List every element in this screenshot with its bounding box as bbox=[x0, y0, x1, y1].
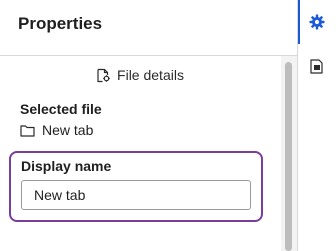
selected-file-row: New tab bbox=[20, 121, 93, 139]
file-settings-icon bbox=[97, 68, 110, 82]
properties-panel: Properties File details Selected file Ne… bbox=[0, 0, 297, 251]
selected-file-name: New tab bbox=[42, 122, 94, 138]
panel-body: File details Selected file New tab Displ… bbox=[0, 56, 297, 251]
display-name-field-card: Display name bbox=[9, 151, 263, 222]
selected-file-label: Selected file bbox=[20, 101, 102, 117]
rail-properties-button[interactable] bbox=[298, 0, 336, 44]
gear-icon bbox=[309, 14, 325, 30]
file-details-header: File details bbox=[0, 65, 280, 85]
right-rail bbox=[298, 0, 336, 251]
panel-title: Properties bbox=[18, 14, 103, 33]
rail-page-properties-button[interactable] bbox=[298, 44, 336, 88]
display-name-label: Display name bbox=[21, 158, 112, 174]
scrollbar-thumb[interactable] bbox=[285, 62, 292, 251]
display-name-input[interactable] bbox=[21, 180, 251, 210]
page-properties-icon bbox=[310, 58, 323, 74]
panel-header: Properties bbox=[0, 0, 297, 56]
panel-scrollbar[interactable] bbox=[281, 56, 297, 251]
folder-icon bbox=[20, 124, 35, 137]
file-details-label: File details bbox=[117, 67, 184, 83]
